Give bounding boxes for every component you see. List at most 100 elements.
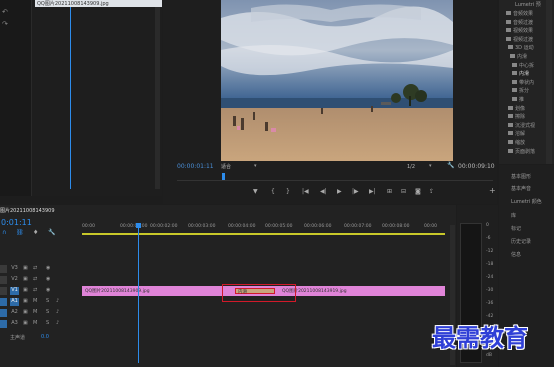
lock-icon[interactable]: ▣: [23, 287, 28, 293]
work-area-bar[interactable]: [82, 233, 445, 235]
tree-item[interactable]: 3D 运动: [515, 44, 534, 51]
panel-item[interactable]: 标记: [511, 225, 521, 232]
mic-icon[interactable]: ♪: [56, 320, 59, 326]
track-label[interactable]: A1: [10, 298, 19, 306]
solo-icon[interactable]: S: [46, 298, 49, 304]
lock-icon[interactable]: ▣: [23, 265, 28, 271]
tree-item[interactable]: 中心拆: [519, 62, 534, 69]
track-target[interactable]: [0, 320, 7, 328]
meter-tick: -24: [486, 275, 494, 280]
track-target[interactable]: [0, 265, 7, 273]
insert-icon[interactable]: ⊞: [387, 188, 392, 195]
timeline-timecode[interactable]: 0:01:11: [1, 218, 32, 227]
tree-folder-icon: [506, 19, 511, 24]
tree-item[interactable]: 内滑: [519, 70, 529, 77]
marker-add-icon[interactable]: ♦: [33, 229, 38, 236]
step-forward-icon[interactable]: |▶: [352, 188, 359, 195]
tree-item[interactable]: 音频过渡: [513, 19, 533, 26]
chevron-down-icon: ▾: [429, 163, 432, 169]
in-point-icon[interactable]: {: [271, 188, 275, 195]
mic-icon[interactable]: ♪: [56, 298, 59, 304]
mute-icon[interactable]: M: [33, 309, 37, 315]
tree-item[interactable]: 沉浸式视: [515, 122, 535, 129]
tree-item[interactable]: 划像: [515, 105, 525, 112]
tree-item[interactable]: 推: [519, 96, 524, 103]
track-target[interactable]: [0, 276, 7, 284]
master-volume[interactable]: 0.0: [41, 334, 49, 340]
track-target[interactable]: [0, 309, 7, 317]
lock-icon[interactable]: ▣: [23, 320, 28, 326]
solo-icon[interactable]: S: [46, 309, 49, 315]
tree-item[interactable]: 视频过渡: [513, 36, 533, 43]
tree-folder-icon: [510, 54, 515, 58]
panel-item[interactable]: 库: [511, 212, 516, 219]
timeline-playhead[interactable]: [136, 223, 141, 363]
tree-item[interactable]: 缩放: [515, 139, 525, 146]
tree-item[interactable]: 擦除: [515, 113, 525, 120]
panel-item[interactable]: 基本声音: [511, 185, 531, 192]
tree-item[interactable]: 视频效果: [513, 27, 533, 34]
sync-icon[interactable]: ⇄: [33, 265, 37, 271]
fit-dropdown[interactable]: 适合 ▾: [221, 163, 261, 171]
settings-wrench-icon[interactable]: 🔧: [48, 229, 55, 236]
play-icon[interactable]: ▶: [337, 188, 342, 195]
lock-icon[interactable]: ▣: [23, 298, 28, 304]
monitor-timecode-left[interactable]: 00:00:01:11: [177, 163, 214, 170]
sequence-tab[interactable]: 图片20211008143909: [0, 207, 55, 214]
camera-icon[interactable]: ◙: [415, 188, 421, 195]
mute-icon[interactable]: M: [33, 298, 37, 304]
track-label[interactable]: A3: [10, 320, 19, 328]
overwrite-icon[interactable]: ⊟: [401, 188, 406, 195]
mic-icon[interactable]: ♪: [56, 309, 59, 315]
tree-item[interactable]: 带状内: [519, 79, 534, 86]
tree-item[interactable]: 拆分: [519, 87, 529, 94]
marker-icon[interactable]: ▼: [253, 188, 258, 195]
tree-item[interactable]: 音频效果: [513, 10, 533, 17]
solo-icon[interactable]: S: [46, 320, 49, 326]
lumetri-presets[interactable]: Lumetri 预: [515, 1, 541, 8]
linked-icon[interactable]: ⛓: [16, 229, 24, 236]
transition-block[interactable]: 内滑: [235, 288, 275, 295]
resolution-dropdown[interactable]: 1/2 ▾: [407, 163, 437, 171]
eye-icon[interactable]: ◉: [46, 287, 50, 293]
wrench-icon[interactable]: 🔧: [447, 162, 454, 169]
redo-icon[interactable]: ↷: [2, 20, 10, 28]
track-label[interactable]: V1: [10, 287, 19, 295]
tree-item[interactable]: 内滑: [517, 53, 527, 60]
snap-icon[interactable]: ∩: [2, 229, 6, 236]
panel-item[interactable]: 信息: [511, 251, 521, 258]
go-to-in-icon[interactable]: |◀: [302, 188, 309, 195]
export-icon[interactable]: ⇪: [429, 188, 434, 195]
tree-folder-icon: [508, 148, 513, 153]
undo-icon[interactable]: ↶: [2, 8, 10, 16]
track-label[interactable]: V2: [10, 276, 19, 284]
lock-icon[interactable]: ▣: [23, 309, 28, 315]
transition-selection[interactable]: 内滑: [222, 284, 296, 302]
track-target[interactable]: [0, 287, 7, 295]
tree-folder-icon: [508, 131, 513, 136]
tree-item[interactable]: 页面剥落: [515, 148, 535, 155]
tree-item[interactable]: 溶解: [515, 130, 525, 137]
playhead-handle[interactable]: [136, 223, 141, 228]
track-label[interactable]: A2: [10, 309, 19, 317]
project-scroll[interactable]: [155, 7, 160, 189]
monitor-scrubber[interactable]: [177, 173, 493, 181]
sync-icon[interactable]: ⇄: [33, 276, 37, 282]
mute-icon[interactable]: M: [33, 320, 37, 326]
panel-item[interactable]: 历史记录: [511, 238, 531, 245]
go-to-out-icon[interactable]: ▶|: [369, 188, 376, 195]
eye-icon[interactable]: ◉: [46, 276, 50, 282]
project-clip-thumb[interactable]: QQ图片20211008143909.jpg: [35, 0, 162, 7]
sync-icon[interactable]: ⇄: [33, 287, 37, 293]
add-button-icon[interactable]: +: [489, 186, 496, 195]
lock-icon[interactable]: ▣: [23, 276, 28, 282]
step-back-icon[interactable]: ◀|: [320, 188, 327, 195]
eye-icon[interactable]: ◉: [46, 265, 50, 271]
panel-item[interactable]: Lumetri 颜色: [511, 198, 542, 205]
monitor-playhead[interactable]: [222, 173, 225, 180]
effects-scrollbar[interactable]: [546, 0, 552, 164]
out-point-icon[interactable]: }: [286, 188, 290, 195]
track-target[interactable]: [0, 298, 7, 306]
track-label[interactable]: V3: [10, 265, 19, 273]
panel-item[interactable]: 基本图形: [511, 173, 531, 180]
